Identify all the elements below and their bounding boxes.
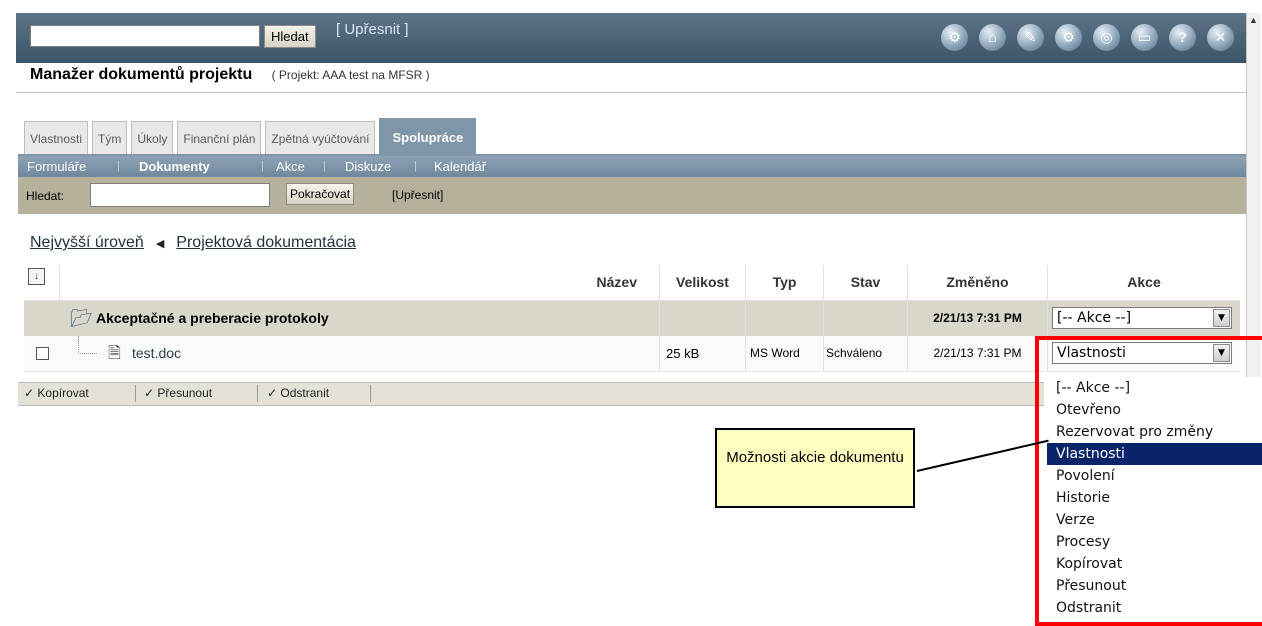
folder-type-cell — [746, 301, 824, 336]
filter-refine-link[interactable]: [Upřesnit] — [392, 188, 443, 202]
tree-connector — [78, 336, 97, 354]
close-icon[interactable]: ✕ — [1207, 24, 1234, 51]
move-button[interactable]: ✓ Přesunout — [144, 386, 212, 400]
main-tabs: Vlastnosti Tým Úkoly Finanční plán Zpětn… — [24, 118, 480, 156]
subnav-separator: | — [414, 160, 417, 172]
dropdown-option[interactable]: Odstranit — [1047, 597, 1262, 619]
settings-icon[interactable]: ⚙ — [1055, 24, 1082, 51]
copy-button[interactable]: ✓ Kopírovat — [24, 386, 89, 400]
tab-zpetna-vyuctovani[interactable]: Zpětná vyúčtování — [265, 121, 376, 156]
dropdown-option[interactable]: Kopírovat — [1047, 553, 1262, 575]
folder-modified: 2/21/13 7:31 PM — [908, 301, 1048, 336]
page-header: Manažer dokumentů projektu ( Projekt: AA… — [30, 66, 430, 90]
file-name[interactable]: test.doc — [132, 336, 181, 371]
breadcrumb-root[interactable]: Nejvyšší úroveň — [30, 234, 144, 251]
home-edit-icon[interactable]: ✎ — [1017, 24, 1044, 51]
global-search-input[interactable] — [30, 25, 260, 47]
folder-size-cell — [660, 301, 746, 336]
folder-icon: 📂︎ — [70, 308, 93, 328]
subnav-separator: | — [117, 160, 120, 172]
chevron-left-icon: ◀ — [155, 238, 165, 250]
file-modified: 2/21/13 7:31 PM — [908, 336, 1048, 371]
file-checkbox[interactable] — [36, 347, 49, 360]
subnav-kalendar[interactable]: Kalendář — [434, 159, 486, 174]
delete-button[interactable]: ✓ Odstranit — [267, 386, 329, 400]
table-row-folder[interactable]: 📂︎ Akceptačné a preberacie protokoly 2/2… — [24, 301, 1240, 336]
dropdown-option[interactable]: [-- Akce --] — [1047, 377, 1262, 399]
window-icon[interactable]: ▭ — [1131, 24, 1158, 51]
tab-vlastnosti[interactable]: Vlastnosti — [24, 121, 89, 156]
tab-tym[interactable]: Tým — [92, 121, 128, 156]
column-header-size[interactable]: Velikost — [660, 265, 746, 300]
filter-continue-button[interactable]: Pokračovat — [286, 183, 355, 205]
file-name-cell: 🗎 test.doc — [24, 336, 660, 371]
select-all-cell: ↓ — [24, 265, 60, 300]
folder-status-cell — [824, 301, 908, 336]
home-icon[interactable]: ⌂ — [979, 24, 1006, 51]
global-refine-link[interactable]: [ Upřesnit ] — [336, 21, 409, 38]
filter-bar: Hledat: Pokračovat [Upřesnit] — [18, 177, 1246, 214]
folder-name[interactable]: Akceptačné a preberacie protokoly — [96, 301, 329, 336]
breadcrumb-current[interactable]: Projektová dokumentácia — [176, 234, 356, 251]
top-toolbar: Hledat [ Upřesnit ] ⚙ ⌂ ✎ ⚙ ◎ ▭ ? ✕ — [16, 13, 1246, 63]
dropdown-option[interactable]: Rezervovat pro změny — [1047, 421, 1262, 443]
page-title: Manažer dokumentů projektu — [30, 66, 253, 83]
scroll-up-icon[interactable]: ▲ — [1249, 15, 1258, 25]
breadcrumb: Nejvyšší úroveň ◀ Projektová dokumentácia — [30, 234, 356, 252]
column-header-modified[interactable]: Změněno — [908, 265, 1048, 300]
database-icon[interactable]: ◎ — [1093, 24, 1120, 51]
dropdown-option-selected[interactable]: Vlastnosti — [1047, 443, 1262, 465]
header-divider — [16, 92, 1246, 93]
folder-name-cell: 📂︎ Akceptačné a preberacie protokoly — [24, 301, 660, 336]
subnav-akce[interactable]: Akce — [276, 159, 305, 174]
filter-label: Hledat: — [26, 189, 65, 203]
bulk-separator — [257, 385, 258, 402]
table-header: ↓ Název Velikost Typ Stav Změněno Akce — [24, 265, 1240, 301]
sub-navigation: Formuláře | Dokumenty | Akce | Diskuze |… — [18, 156, 1246, 177]
wrench-icon[interactable]: ⚙ — [941, 24, 968, 51]
bulk-separator — [370, 385, 371, 402]
help-icon[interactable]: ? — [1169, 24, 1196, 51]
column-header-type[interactable]: Typ — [746, 265, 824, 300]
column-header-actions: Akce — [1127, 274, 1161, 290]
bulk-separator — [135, 385, 136, 402]
bulk-actions-bar: ✓ Kopírovat ✓ Přesunout ✓ Odstranit — [18, 382, 1044, 406]
global-search-button[interactable]: Hledat — [264, 25, 316, 48]
file-size: 25 kB — [660, 336, 746, 371]
actions-dropdown-list: [-- Akce --] Otevřeno Rezervovat pro změ… — [1047, 377, 1262, 619]
tool-icons: ⚙ ⌂ ✎ ⚙ ◎ ▭ ? ✕ — [930, 21, 1234, 55]
tab-financni-plan[interactable]: Finanční plán — [177, 121, 262, 156]
subnav-dokumenty[interactable]: Dokumenty — [139, 159, 210, 174]
dropdown-arrow-icon[interactable]: ▼ — [1213, 309, 1230, 327]
column-header-name[interactable]: Název — [60, 265, 660, 300]
callout-pointer — [916, 439, 1049, 472]
callout-note: Možnosti akcie dokumentu — [715, 428, 915, 508]
project-label: ( Projekt: AAA test na MFSR ) — [271, 68, 430, 82]
dropdown-option[interactable]: Procesy — [1047, 531, 1262, 553]
folder-actions-select[interactable]: [-- Akce --] ▼ — [1052, 307, 1232, 329]
dropdown-option[interactable]: Historie — [1047, 487, 1262, 509]
tab-ukoly[interactable]: Úkoly — [131, 121, 174, 156]
filter-search-input[interactable] — [90, 183, 270, 207]
sort-toggle-icon[interactable]: ↓ — [28, 268, 45, 285]
dropdown-option[interactable]: Otevřeno — [1047, 399, 1262, 421]
subnav-diskuze[interactable]: Diskuze — [345, 159, 391, 174]
document-icon: 🗎 — [108, 345, 121, 362]
dropdown-option[interactable]: Verze — [1047, 509, 1262, 531]
column-header-status[interactable]: Stav — [824, 265, 908, 300]
tab-spoluprace[interactable]: Spolupráce — [379, 118, 477, 156]
subnav-separator: | — [261, 160, 264, 172]
file-type: MS Word — [746, 336, 824, 371]
file-status: Schváleno — [824, 336, 908, 371]
dropdown-option[interactable]: Přesunout — [1047, 575, 1262, 597]
folder-actions-value: [-- Akce --] — [1057, 310, 1132, 326]
dropdown-option[interactable]: Povolení — [1047, 465, 1262, 487]
subnav-separator: | — [323, 160, 326, 172]
subnav-formulare[interactable]: Formuláře — [27, 159, 86, 174]
